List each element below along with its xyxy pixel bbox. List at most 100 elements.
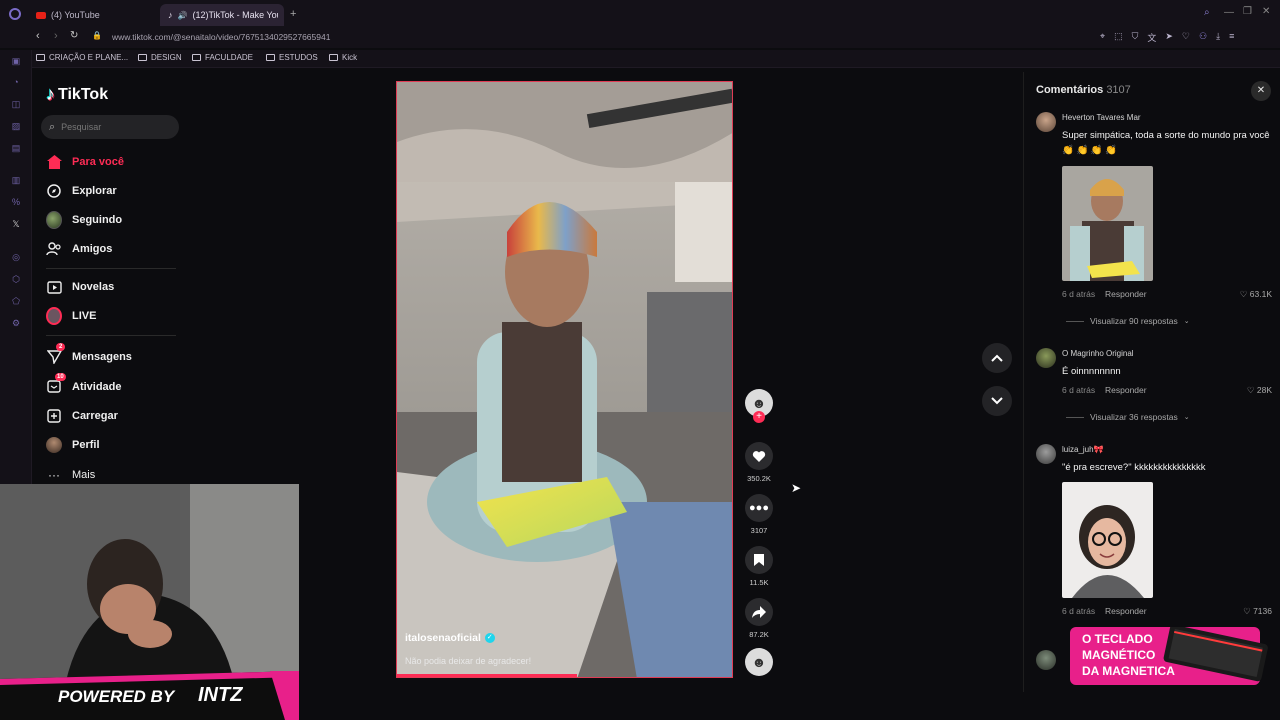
tiktok-sidebar: ♪ TikTok ⌕ Pesquisar Para você Explorar … xyxy=(32,68,192,488)
back-icon[interactable]: ‹ xyxy=(36,30,40,42)
nav-following[interactable]: Seguindo xyxy=(46,210,122,230)
cube-icon[interactable]: ⬡ xyxy=(10,274,22,284)
folder-icon xyxy=(192,54,201,61)
chat-icon[interactable]: ⬠ xyxy=(10,296,22,306)
controller-icon[interactable]: ▣ xyxy=(10,56,22,66)
bookmark-icon[interactable]: ▨ xyxy=(10,121,22,131)
next-video-button[interactable] xyxy=(982,386,1012,416)
tab-tiktok[interactable]: ♪ 🔊 (12)TikTok - Make Your xyxy=(160,4,284,26)
x-icon[interactable]: 𝕏 xyxy=(10,219,22,229)
bookmark-folder[interactable]: ESTUDOS xyxy=(266,53,318,62)
nav-label: LIVE xyxy=(72,310,97,322)
send-icon[interactable]: ➤ xyxy=(1165,31,1173,43)
search-icon[interactable]: ⌕ xyxy=(1204,7,1210,18)
nav-upload[interactable]: Carregar xyxy=(46,406,118,426)
share-button[interactable]: 87.2K xyxy=(744,598,774,639)
settings-icon[interactable]: ⚙ xyxy=(10,318,22,328)
activity-badge: 10 xyxy=(55,373,66,381)
comment-username[interactable]: Heverton Tavares Mar xyxy=(1062,113,1141,122)
close-window-icon[interactable]: ✕ xyxy=(1262,6,1270,17)
comment-like-count: 7136 xyxy=(1253,606,1272,616)
nav-for-you[interactable]: Para você xyxy=(46,152,124,172)
heart-outline-icon: ♡ xyxy=(1246,385,1255,395)
nav-friends[interactable]: Amigos xyxy=(46,239,112,259)
ad-line: DA MAGNETICA xyxy=(1082,664,1175,678)
comment-like-button[interactable]: ♡ 7136 xyxy=(1243,606,1272,617)
follow-plus-icon[interactable]: + xyxy=(753,411,765,423)
author-avatar-button[interactable]: ☻ + xyxy=(744,389,774,423)
opera-logo-icon[interactable] xyxy=(9,8,21,20)
home-icon xyxy=(46,154,62,170)
previous-video-button[interactable] xyxy=(982,343,1012,373)
comment-avatar[interactable] xyxy=(1036,348,1056,368)
nav-label: Explorar xyxy=(72,185,117,197)
nav-activity[interactable]: 10 Atividade xyxy=(46,373,122,397)
download-icon[interactable]: ⤓ xyxy=(1216,31,1220,43)
comment-username[interactable]: luiza_juh🎀 xyxy=(1062,445,1104,454)
forward-icon[interactable]: › xyxy=(54,30,58,42)
comment-time: 6 d atrás xyxy=(1062,289,1096,299)
save-button[interactable]: 11.5K xyxy=(744,546,774,587)
snapshot-icon[interactable]: ⬚ xyxy=(1114,31,1123,43)
nav-more[interactable]: ··· Mais xyxy=(46,465,95,485)
comment-avatar[interactable] xyxy=(1036,650,1056,670)
comment-button[interactable]: ●●● 3107 xyxy=(744,494,774,535)
tiktok-logo[interactable]: ♪ TikTok xyxy=(46,84,108,105)
bookmark-label: Kick xyxy=(342,53,358,62)
view-replies-button[interactable]: Visualizar 90 respostas ⌄ xyxy=(1066,316,1190,326)
messages-badge: 2 xyxy=(56,343,66,351)
comment-like-button[interactable]: ♡ 28K xyxy=(1247,385,1272,396)
bookmark-folder[interactable]: DESIGN xyxy=(138,53,182,62)
video-player[interactable]: italosenaoficial ✓ Não podia deixar de a… xyxy=(396,81,733,678)
menu-icon[interactable]: ≡ xyxy=(1229,31,1234,43)
nav-messages[interactable]: 2 Mensagens xyxy=(46,343,132,367)
tab-label: (12)TikTok - Make Your xyxy=(192,10,279,20)
bookmark-folder[interactable]: Kick xyxy=(329,53,357,62)
reply-button[interactable]: Responder xyxy=(1105,606,1147,616)
minimize-icon[interactable]: — xyxy=(1224,7,1234,18)
shield-icon[interactable]: ⛉ xyxy=(1132,31,1139,43)
reply-button[interactable]: Responder xyxy=(1105,385,1147,395)
mail-icon[interactable]: ▤ xyxy=(10,143,22,153)
like-button[interactable]: 350.2K xyxy=(744,442,774,483)
view-replies-button[interactable]: Visualizar 36 respostas ⌄ xyxy=(1066,412,1190,422)
friends-icon xyxy=(46,241,62,257)
new-tab-button[interactable]: + xyxy=(290,8,296,20)
comment-like-button[interactable]: ♡ 63.1K xyxy=(1240,289,1272,300)
tab-youtube[interactable]: (4) YouTube xyxy=(28,4,156,26)
bookmark-label: ESTUDOS xyxy=(279,53,318,62)
history-icon[interactable]: ◔ xyxy=(10,77,22,87)
url-field[interactable]: www.tiktok.com/@senaitalo/video/76751340… xyxy=(112,32,330,42)
speaker-icon[interactable]: 🔊 xyxy=(178,11,188,20)
close-comments-button[interactable]: ✕ xyxy=(1251,81,1271,101)
comment-avatar[interactable] xyxy=(1036,112,1056,132)
nav-novelas[interactable]: Novelas xyxy=(46,277,114,297)
comment-username[interactable]: O Magrinho Original xyxy=(1062,349,1134,358)
maximize-icon[interactable]: ❐ xyxy=(1243,6,1252,17)
profile-icon[interactable]: ⚇ xyxy=(1199,31,1207,43)
comment-count: 3107 xyxy=(750,526,768,535)
nav-profile[interactable]: Perfil xyxy=(46,435,100,455)
reload-icon[interactable]: ↻ xyxy=(70,30,78,41)
comment-image[interactable] xyxy=(1062,166,1153,281)
search-input[interactable]: ⌕ Pesquisar xyxy=(41,115,179,139)
circle-icon[interactable]: ◎ xyxy=(10,252,22,262)
bookmark-folder[interactable]: CRIAÇÃO E PLANE... xyxy=(36,53,128,62)
percent-icon[interactable]: % xyxy=(10,197,22,207)
nav-explore[interactable]: Explorar xyxy=(46,181,117,201)
bookmark-folder[interactable]: FACULDADE xyxy=(192,53,253,62)
bag-icon[interactable]: ◫ xyxy=(10,99,22,109)
reply-button[interactable]: Responder xyxy=(1105,289,1147,299)
reply-line xyxy=(1066,416,1084,418)
translate-icon[interactable]: 文 xyxy=(1147,31,1156,43)
sound-avatar[interactable]: ☻ xyxy=(744,648,774,676)
twitch-icon[interactable]: ▥ xyxy=(10,175,22,185)
nav-live[interactable]: LIVE xyxy=(46,306,96,326)
bookmark-label: DESIGN xyxy=(151,53,182,62)
comment-avatar[interactable] xyxy=(1036,444,1056,464)
comment-image[interactable] xyxy=(1062,482,1153,598)
heart-icon[interactable]: ♡ xyxy=(1182,31,1190,43)
video-author[interactable]: italosenaoficial ✓ xyxy=(405,632,495,644)
pin-icon[interactable]: ⌖ xyxy=(1100,31,1105,43)
nav-label: Seguindo xyxy=(72,214,123,226)
